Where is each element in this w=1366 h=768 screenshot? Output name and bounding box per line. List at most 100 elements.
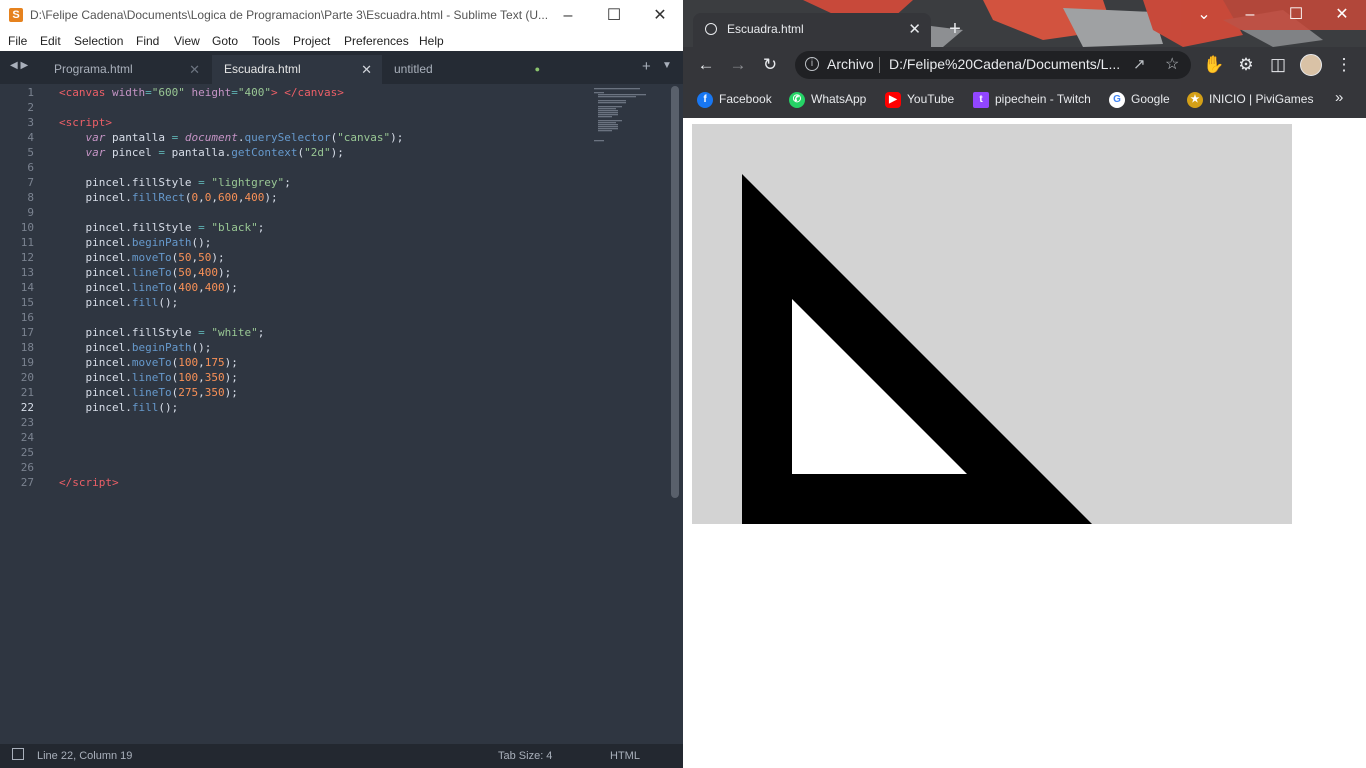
tab-close-icon[interactable]: ✕	[361, 55, 372, 84]
chrome-menu-icon[interactable]: ⋮	[1333, 55, 1355, 75]
line-number: 12	[20, 251, 34, 264]
tab-dropdown-icon[interactable]: ▼	[662, 60, 672, 71]
new-tab-button[interactable]: +	[941, 15, 969, 43]
bookmark-label: pipechein - Twitch	[995, 92, 1091, 107]
tab-escuadra[interactable]: Escuadra.html ✕	[212, 55, 382, 84]
code-line: pincel.moveTo(50,50);	[59, 251, 225, 264]
code-editor[interactable]: <canvas width="600" height="400"> </canv…	[59, 84, 599, 744]
chrome-window: ⌄ – ☐ ✕ Escuadra.html ✕ + ← → ↻ i Archiv…	[683, 0, 1366, 768]
line-number: 18	[20, 341, 34, 354]
tab-size[interactable]: Tab Size: 4	[498, 750, 552, 762]
chrome-maximize-button[interactable]: ☐	[1273, 0, 1319, 30]
vertical-scrollbar[interactable]	[671, 86, 679, 498]
menu-project[interactable]: Project	[293, 34, 330, 48]
chrome-tab-search-icon[interactable]: ⌄	[1181, 0, 1227, 30]
menu-bar: File Edit Selection Find View Goto Tools…	[0, 31, 683, 51]
bookmark-google[interactable]: G Google	[1109, 92, 1170, 108]
bookmark-twitch[interactable]: t pipechein - Twitch	[973, 92, 1091, 108]
youtube-icon: ▶	[885, 92, 901, 108]
share-icon[interactable]: ↗	[1133, 55, 1146, 73]
chrome-close-button[interactable]: ✕	[1319, 0, 1365, 30]
line-number: 20	[20, 371, 34, 384]
tab-label: untitled	[394, 62, 433, 76]
adblock-extension-icon[interactable]: ✋	[1203, 55, 1225, 75]
minimize-button[interactable]: –	[545, 0, 591, 31]
profile-avatar[interactable]	[1300, 54, 1322, 76]
menu-view[interactable]: View	[174, 34, 200, 48]
menu-file[interactable]: File	[8, 34, 27, 48]
tab-nav-arrows-icon[interactable]: ◀ ▶	[10, 60, 28, 71]
close-button[interactable]: ✕	[637, 0, 683, 31]
menu-edit[interactable]: Edit	[40, 34, 61, 48]
browser-tab[interactable]: Escuadra.html ✕	[693, 13, 931, 47]
line-number: 14	[20, 281, 34, 294]
line-number: 4	[27, 131, 34, 144]
menu-goto[interactable]: Goto	[212, 34, 238, 48]
code-line: pincel.fillRect(0,0,600,400);	[59, 191, 278, 204]
reload-icon[interactable]: ↻	[759, 55, 781, 75]
menu-find[interactable]: Find	[136, 34, 159, 48]
line-number: 19	[20, 356, 34, 369]
code-line: pincel.lineTo(50,400);	[59, 266, 232, 279]
bookmark-label: INICIO | PiviGames	[1209, 92, 1314, 107]
code-line: pincel.lineTo(100,350);	[59, 371, 238, 384]
status-bar: Line 22, Column 19 Tab Size: 4 HTML	[0, 744, 683, 768]
line-number: 26	[20, 461, 34, 474]
minimap[interactable]	[590, 86, 660, 146]
tab-programa[interactable]: Programa.html ✕	[42, 55, 210, 84]
bookmark-label: YouTube	[907, 92, 955, 107]
chrome-minimize-button[interactable]: –	[1227, 0, 1273, 30]
sublime-logo-icon: S	[9, 8, 23, 22]
browser-tab-title: Escuadra.html	[727, 22, 804, 36]
line-number: 1	[27, 86, 34, 99]
menu-preferences[interactable]: Preferences	[344, 34, 409, 48]
bookmark-label: WhatsApp	[811, 92, 867, 107]
line-number-gutter: 1 2 3 4 5 6 7 8 9 10 11 12 13 14 15 16 17 18 19 20 21 22 23 24 2…	[0, 84, 54, 744]
address-scheme-label: Archivo	[827, 56, 874, 72]
code-line: pincel.fill();	[59, 296, 179, 309]
line-number: 11	[20, 236, 34, 249]
line-number: 9	[27, 206, 34, 219]
tab-bar: ◀ ▶ Programa.html ✕ Escuadra.html ✕ unti…	[0, 51, 683, 84]
bookmarks-overflow-button[interactable]: »	[1335, 89, 1343, 106]
menu-help[interactable]: Help	[419, 34, 444, 48]
bookmark-star-icon[interactable]: ☆	[1165, 54, 1179, 74]
sidebar-toggle-icon[interactable]	[12, 748, 24, 760]
maximize-button[interactable]: ☐	[591, 0, 637, 31]
menu-selection[interactable]: Selection	[74, 34, 123, 48]
address-bar[interactable]: i Archivo D:/Felipe%20Cadena/Documents/L…	[795, 51, 1191, 79]
pivigames-icon: ★	[1187, 92, 1203, 108]
info-icon[interactable]: i	[805, 57, 819, 71]
code-line: pincel.moveTo(100,175);	[59, 356, 238, 369]
syntax-mode[interactable]: HTML	[610, 750, 640, 762]
bookmark-whatsapp[interactable]: ✆ WhatsApp	[789, 92, 866, 108]
address-url[interactable]: D:/Felipe%20Cadena/Documents/L...	[889, 56, 1120, 72]
bookmark-facebook[interactable]: f Facebook	[697, 92, 772, 108]
forward-arrow-icon[interactable]: →	[727, 55, 749, 75]
bookmark-label: Facebook	[719, 92, 772, 107]
line-number: 5	[27, 146, 34, 159]
line-number: 17	[20, 326, 34, 339]
code-line: <canvas width="600" height="400"> </canv…	[59, 86, 344, 99]
tab-close-icon[interactable]: ✕	[908, 20, 921, 38]
line-number: 23	[20, 416, 34, 429]
extensions-puzzle-icon[interactable]: ⚙	[1235, 55, 1257, 75]
bookmark-pivigames[interactable]: ★ INICIO | PiviGames	[1187, 92, 1313, 108]
line-number: 8	[27, 191, 34, 204]
line-number: 21	[20, 386, 34, 399]
code-line: var pincel = pantalla.getContext("2d");	[85, 146, 344, 159]
line-number: 7	[27, 176, 34, 189]
back-arrow-icon[interactable]: ←	[695, 55, 717, 75]
code-line: var pantalla = document.querySelector("c…	[85, 131, 404, 144]
tab-untitled[interactable]: untitled ●	[382, 55, 552, 84]
page-viewport	[683, 118, 1366, 768]
code-line: pincel.fillStyle = "black";	[59, 221, 265, 234]
menu-tools[interactable]: Tools	[252, 34, 280, 48]
chrome-top-bar: ⌄ – ☐ ✕ Escuadra.html ✕ + ← → ↻ i Archiv…	[683, 0, 1366, 118]
new-tab-plus-icon[interactable]: +	[642, 58, 651, 75]
tab-close-icon[interactable]: ✕	[189, 55, 200, 84]
bookmark-youtube[interactable]: ▶ YouTube	[885, 92, 954, 108]
side-panel-icon[interactable]: ◫	[1267, 55, 1289, 75]
sublime-title-bar: S D:\Felipe Cadena\Documents\Logica de P…	[0, 0, 683, 31]
line-number: 16	[20, 311, 34, 324]
